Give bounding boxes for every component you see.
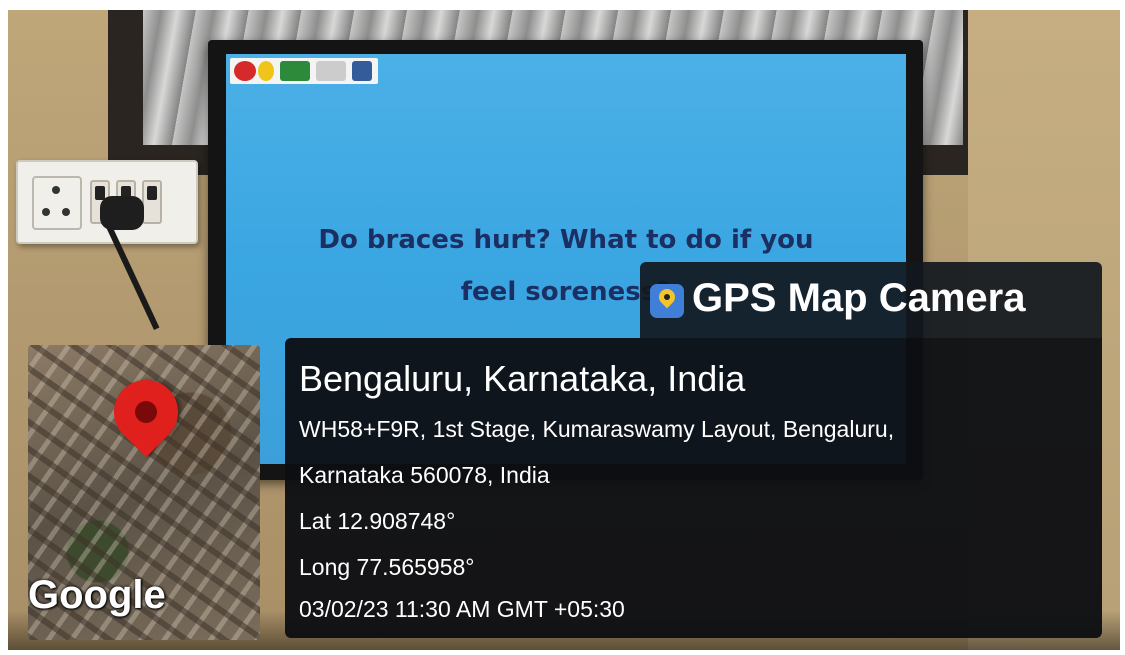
address-line-2: Karnataka 560078, India — [299, 462, 550, 488]
map-pin-center — [135, 401, 157, 423]
power-plug — [100, 196, 144, 230]
longitude: Long 77.565958° — [299, 554, 475, 580]
screen-text-line-1: Do braces hurt? What to do if you — [318, 225, 814, 255]
timestamp: 03/02/23 11:30 AM GMT +05:30 — [299, 596, 625, 622]
gps-map-camera-icon — [650, 284, 684, 318]
map-thumbnail: Google — [28, 345, 260, 640]
gps-app-header: GPS Map Camera — [640, 262, 1102, 338]
location-city: Bengaluru, Karnataka, India — [299, 358, 746, 399]
address-line-1: WH58+F9R, 1st Stage, Kumaraswamy Layout,… — [299, 416, 895, 442]
gps-app-title: GPS Map Camera — [692, 276, 1026, 320]
wall-switch — [142, 180, 162, 224]
google-logo: Google — [28, 573, 166, 617]
latitude: Lat 12.908748° — [299, 508, 456, 534]
location-info-panel: Bengaluru, Karnataka, India WH58+F9R, 1s… — [285, 338, 1102, 638]
clinic-logo-strip — [230, 58, 378, 84]
power-socket — [32, 176, 82, 230]
